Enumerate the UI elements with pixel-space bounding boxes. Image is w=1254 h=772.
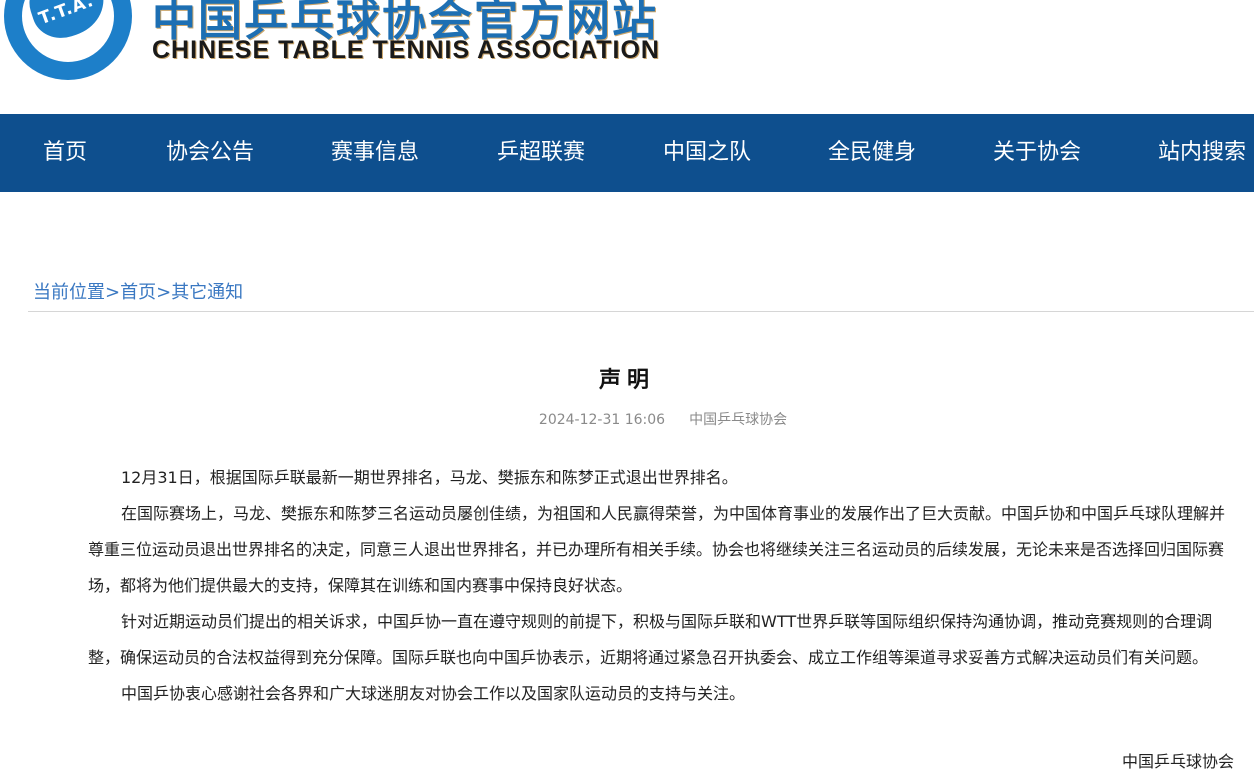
nav-item-national-team[interactable]: 中国之队 [663, 114, 751, 192]
article-meta: 2024-12-31 16:06 中国乒乓球协会 [0, 409, 1254, 429]
breadcrumb-separator: > [156, 282, 172, 303]
breadcrumb-separator: > [105, 282, 121, 303]
main-nav: 首页 协会公告 赛事信息 乒超联赛 中国之队 全民健身 关于协会 站内搜索 [0, 114, 1254, 192]
article-paragraph: 12月31日，根据国际乒联最新一期世界排名，马龙、樊振东和陈梦正式退出世界排名。 [121, 468, 738, 487]
nav-item-events[interactable]: 赛事信息 [331, 114, 419, 192]
site-header: T.T.A. 中国乒乓球协会官方网站 CHINESE TABLE TENNIS … [0, 0, 1254, 114]
nav-item-super-league[interactable]: 乒超联赛 [497, 114, 585, 192]
nav-item-announcements[interactable]: 协会公告 [166, 114, 254, 192]
breadcrumb-home-link[interactable]: 首页 [120, 282, 156, 303]
nav-item-fitness[interactable]: 全民健身 [828, 114, 916, 192]
nav-item-search[interactable]: 站内搜索 [1158, 114, 1246, 192]
breadcrumb-section-link[interactable]: 其它通知 [171, 282, 243, 303]
article-date: 2024-12-31 16:06 [538, 412, 666, 428]
article-body: 12月31日，根据国际乒联最新一期世界排名，马龙、樊振东和陈梦正式退出世界排名。… [88, 460, 1238, 712]
article-signature: 中国乒乓球协会 [1122, 752, 1235, 771]
article-paragraph: 在国际赛场上，马龙、樊振东和陈梦三名运动员屡创佳绩，为祖国和人民赢得荣誉，为中国… [88, 504, 1226, 595]
article-source: 中国乒乓球协会 [689, 412, 788, 428]
nav-item-home[interactable]: 首页 [43, 114, 87, 192]
site-title-english: CHINESE TABLE TENNIS ASSOCIATION [152, 36, 660, 64]
breadcrumb-divider [28, 311, 1254, 312]
nav-item-about[interactable]: 关于协会 [993, 114, 1081, 192]
article-title: 声明 [598, 368, 655, 393]
breadcrumb: 当前位置>首页>其它通知 [33, 278, 243, 304]
article-paragraph: 针对近期运动员们提出的相关诉求，中国乒协一直在遵守规则的前提下，积极与国际乒联和… [88, 612, 1213, 667]
association-logo[interactable]: T.T.A. [4, 0, 132, 80]
article-paragraph: 中国乒协衷心感谢社会各界和广大球迷朋友对协会工作以及国家队运动员的支持与关注。 [121, 684, 746, 703]
breadcrumb-current-location: 当前位置 [33, 282, 105, 303]
